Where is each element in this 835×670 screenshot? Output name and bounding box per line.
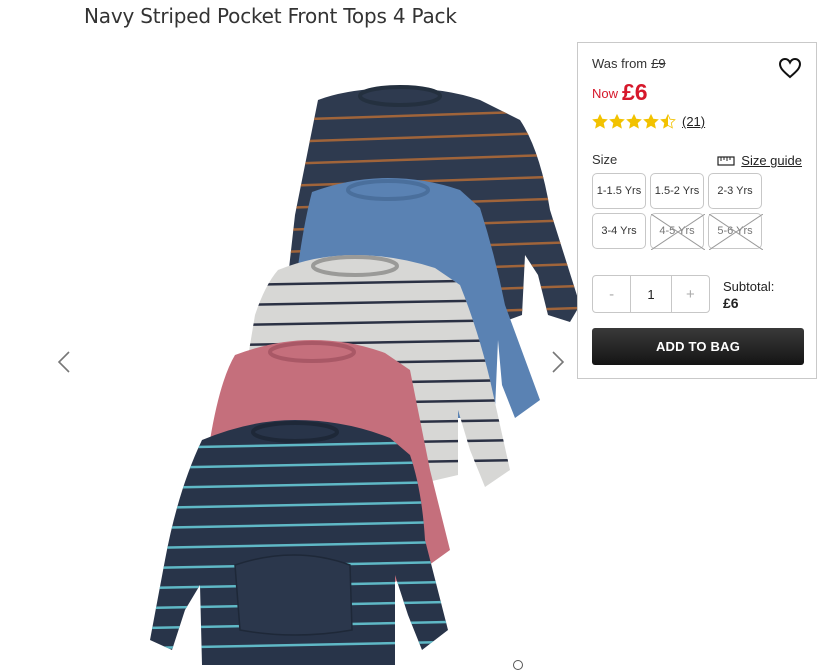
star-full-icon	[609, 114, 625, 129]
purchase-panel: Was from £9 Now £6 (21) Size Size guide 1-…	[577, 42, 817, 379]
unavailable-cross-icon	[651, 214, 705, 250]
subtotal: Subtotal: £6	[723, 279, 774, 311]
star-full-icon	[643, 114, 659, 129]
subtotal-label: Subtotal:	[723, 279, 775, 294]
product-image-gallery	[50, 40, 580, 665]
quantity-decrease-button[interactable]: -	[593, 276, 630, 312]
unavailable-cross-icon	[709, 214, 763, 250]
rating: (21)	[592, 114, 705, 129]
subtotal-value: £6	[723, 295, 739, 311]
gallery-prev-button[interactable]	[52, 345, 76, 379]
size-option-label: 1-1.5 Yrs	[596, 185, 642, 197]
was-price: £9	[651, 56, 666, 71]
size-option[interactable]: 1.5-2 Yrs	[650, 173, 704, 209]
product-title: Navy Striped Pocket Front Tops 4 Pack	[84, 4, 457, 28]
quantity-stepper: - 1 +	[592, 275, 710, 313]
chevron-left-icon	[57, 351, 70, 373]
size-options: 1-1.5 Yrs 1.5-2 Yrs 2-3 Yrs 3-4 Yrs 4-5 Yrs5…	[592, 173, 804, 250]
gallery-dot[interactable]	[513, 660, 523, 670]
size-option-label: 2-3 Yrs	[717, 185, 753, 197]
rating-stars	[592, 114, 676, 129]
star-half-icon	[660, 114, 676, 129]
heart-icon	[778, 57, 802, 79]
now-label: Now	[592, 86, 619, 101]
quantity-increase-button[interactable]: +	[672, 276, 709, 312]
chevron-right-icon	[552, 351, 565, 373]
now-price-row: Now £6	[592, 79, 648, 106]
review-count-link[interactable]: (21)	[682, 114, 705, 129]
size-option[interactable]: 2-3 Yrs	[708, 173, 762, 209]
was-price-row: Was from £9	[592, 56, 666, 71]
star-full-icon	[592, 114, 608, 129]
size-guide-label: Size guide	[741, 153, 802, 168]
size-option[interactable]: 4-5 Yrs	[650, 213, 705, 250]
product-image	[150, 85, 580, 665]
now-price: £6	[622, 79, 648, 105]
gallery-next-button[interactable]	[546, 345, 570, 379]
size-guide-link[interactable]: Size guide	[717, 153, 802, 168]
size-option-label: 1.5-2 Yrs	[654, 185, 700, 197]
size-option[interactable]: 3-4 Yrs	[592, 213, 646, 249]
size-option-label: 3-4 Yrs	[601, 225, 637, 237]
size-option[interactable]: 1-1.5 Yrs	[592, 173, 646, 209]
was-label: Was from	[592, 56, 648, 71]
size-option[interactable]: 5-6 Yrs	[708, 213, 763, 250]
star-full-icon	[626, 114, 642, 129]
size-label: Size	[592, 152, 618, 167]
add-to-bag-button[interactable]: ADD TO BAG	[592, 328, 804, 365]
quantity-input[interactable]: 1	[630, 276, 672, 312]
ruler-icon	[717, 155, 735, 166]
wishlist-button[interactable]	[778, 57, 802, 84]
